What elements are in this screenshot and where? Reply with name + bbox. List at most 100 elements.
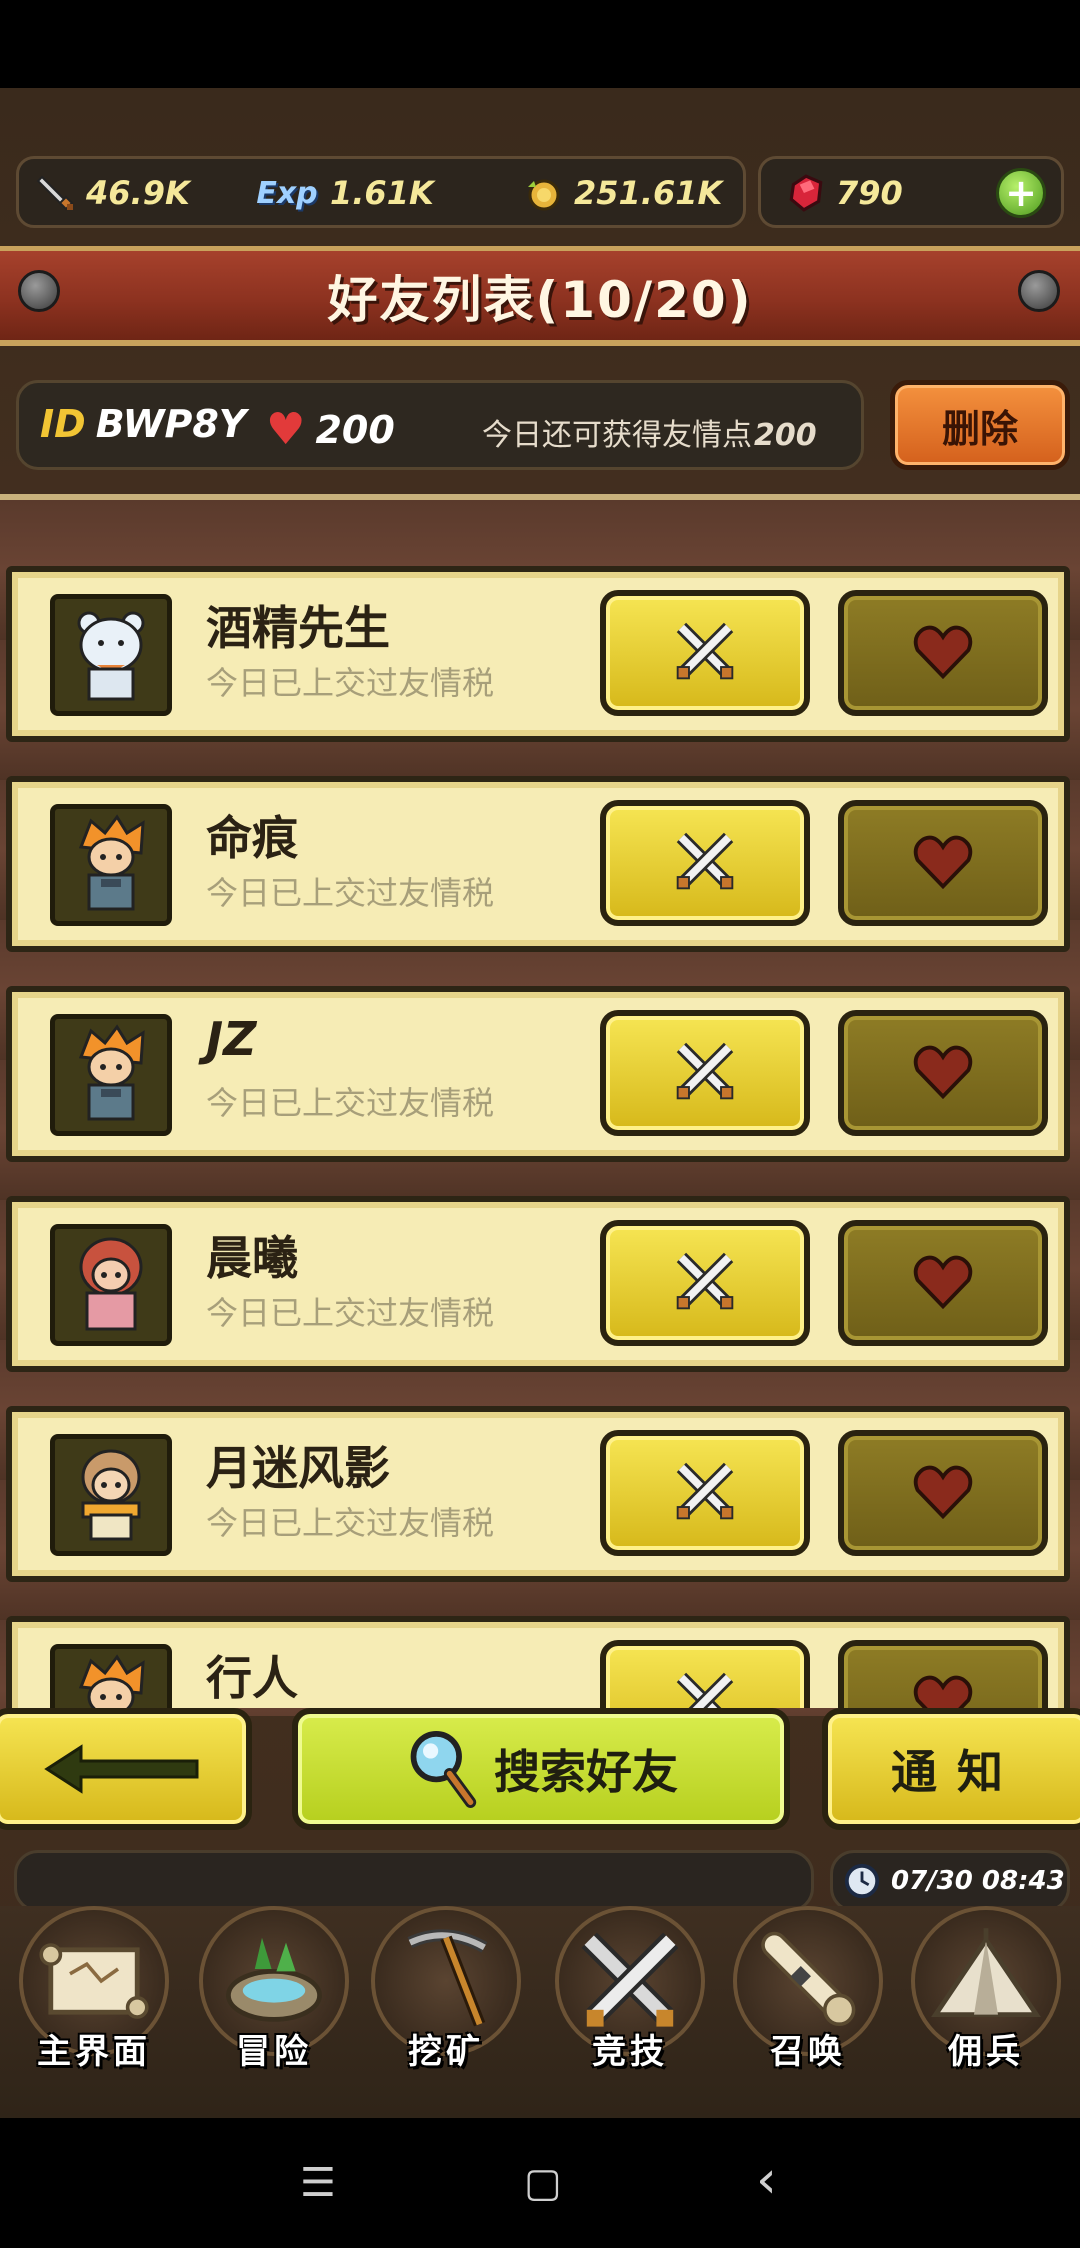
- friend-row[interactable]: 晨曦今日已上交过友情税: [6, 1196, 1070, 1372]
- crossed-swords-icon: [672, 828, 738, 898]
- attack-value: 46.9K: [86, 174, 190, 212]
- send-heart-button[interactable]: [838, 1640, 1048, 1708]
- heart-icon: ♥: [266, 404, 306, 455]
- friend-avatar[interactable]: [50, 1434, 172, 1556]
- menu-icon[interactable]: ☰: [300, 2160, 336, 2206]
- tab-arena[interactable]: 竞技: [540, 1906, 720, 2086]
- page-title: 好友列表(10/20): [327, 270, 753, 329]
- add-gems-button[interactable]: +: [996, 168, 1046, 218]
- friend-status: 今日已上交过友情税: [206, 874, 495, 912]
- tab-adventure[interactable]: 冒险: [184, 1906, 364, 2086]
- gold-coin-icon: [522, 171, 566, 215]
- home-icon[interactable]: ▢: [524, 2160, 562, 2206]
- crossed-swords-icon: [672, 1458, 738, 1528]
- crossed-swords-icon: [672, 1248, 738, 1318]
- heart-icon: [910, 618, 976, 688]
- orange-hair-avatar: [61, 1023, 161, 1127]
- friend-avatar[interactable]: [50, 1644, 172, 1708]
- daily-friendship-note: 今日还可获得友情点200: [482, 418, 817, 453]
- plus-icon: +: [1005, 171, 1037, 215]
- tab-main[interactable]: 主界面: [4, 1906, 184, 2086]
- clock-icon: [844, 1863, 880, 1899]
- friend-status: 今日已上交过友情税: [206, 1084, 495, 1122]
- clock-display: 07/30 08:43: [830, 1850, 1070, 1912]
- friend-row[interactable]: 命痕今日已上交过友情税: [6, 776, 1070, 952]
- send-heart-button[interactable]: [838, 1010, 1048, 1136]
- sword-icon: [34, 171, 78, 215]
- orange-hair-avatar: [61, 813, 161, 917]
- left-arrow-icon: [44, 1744, 199, 1794]
- friend-avatar[interactable]: [50, 594, 172, 716]
- bear-avatar: [61, 603, 161, 707]
- friend-name: 行人: [206, 1651, 298, 1705]
- crossed-swords-icon: [581, 1932, 679, 2027]
- challenge-button[interactable]: [600, 1640, 810, 1708]
- back-button[interactable]: [0, 1708, 252, 1830]
- delete-button[interactable]: 删除: [890, 380, 1070, 470]
- blonde-avatar: [61, 1443, 161, 1547]
- gold-value: 251.61K: [574, 174, 723, 212]
- friend-row[interactable]: 月迷风影今日已上交过友情税: [6, 1406, 1070, 1582]
- tent-icon: [931, 1928, 1041, 2017]
- magnifier-icon: [410, 1731, 477, 1808]
- friend-status: 今日已上交过友情税: [206, 1504, 495, 1542]
- friend-status: 今日已上交过友情税: [206, 664, 495, 702]
- friend-name: 月迷风影: [206, 1441, 390, 1495]
- gem-value: 790: [836, 174, 903, 212]
- heart-icon: [910, 1458, 976, 1528]
- island-icon: [226, 1937, 322, 2022]
- search-friends-button[interactable]: 搜索好友: [292, 1708, 790, 1830]
- summon-scroll-icon: [761, 1931, 856, 2026]
- friend-row[interactable]: 行人: [6, 1616, 1070, 1708]
- friend-row[interactable]: JZ 今日已上交过友情税: [6, 986, 1070, 1162]
- friend-name: JZ: [206, 1012, 257, 1066]
- challenge-button[interactable]: [600, 800, 810, 926]
- challenge-button[interactable]: [600, 1010, 810, 1136]
- heart-icon: [910, 828, 976, 898]
- chat-bar[interactable]: [14, 1850, 814, 1912]
- pickaxe-icon: [407, 1929, 488, 2027]
- bolt-icon: [1018, 270, 1060, 312]
- red-hair-avatar: [61, 1233, 161, 1337]
- bolt-icon: [18, 270, 60, 312]
- friend-avatar[interactable]: [50, 1014, 172, 1136]
- title-banner: 好友列表(10/20): [0, 246, 1080, 346]
- friend-name: 命痕: [206, 811, 298, 865]
- send-heart-button[interactable]: [838, 590, 1048, 716]
- crossed-swords-icon: [672, 618, 738, 688]
- exp-value: 1.61K: [330, 174, 434, 212]
- tab-summon[interactable]: 召唤: [718, 1906, 898, 2086]
- friend-status: 今日已上交过友情税: [206, 1294, 495, 1332]
- heart-icon: [910, 1038, 976, 1108]
- friend-row[interactable]: 酒精先生今日已上交过友情税: [6, 566, 1070, 742]
- heart-icon: [910, 1248, 976, 1318]
- heart-icon: [910, 1668, 976, 1708]
- friend-avatar[interactable]: [50, 1224, 172, 1346]
- challenge-button[interactable]: [600, 1220, 810, 1346]
- challenge-button[interactable]: [600, 1430, 810, 1556]
- crossed-swords-icon: [672, 1668, 738, 1708]
- send-heart-button[interactable]: [838, 1220, 1048, 1346]
- tab-mining[interactable]: 挖矿: [356, 1906, 536, 2086]
- gem-resource: 790: [784, 168, 903, 218]
- friend-name: 酒精先生: [206, 601, 390, 655]
- friend-name: 晨曦: [206, 1231, 298, 1285]
- friendship-points: ♥ 200: [266, 404, 395, 455]
- notify-button[interactable]: 通知: [822, 1708, 1080, 1830]
- map-scroll-icon: [39, 1943, 149, 2019]
- tab-mercenary[interactable]: 佣兵: [896, 1906, 1076, 2086]
- friend-avatar[interactable]: [50, 804, 172, 926]
- ruby-icon: [784, 171, 828, 215]
- exp-resource: Exp 1.61K: [252, 168, 434, 218]
- crossed-swords-icon: [672, 1038, 738, 1108]
- status-bar-area: [0, 0, 1080, 88]
- attack-resource: 46.9K: [34, 168, 190, 218]
- player-id: ID BWP8Y: [40, 402, 247, 446]
- gold-resource: 251.61K: [522, 168, 722, 218]
- challenge-button[interactable]: [600, 590, 810, 716]
- exp-icon: Exp: [256, 175, 318, 211]
- send-heart-button[interactable]: [838, 800, 1048, 926]
- friend-rows-viewport: 酒精先生 今日已上交过友情税 命痕 今日已上交过友情税 JZ 今日已上交过友情税 晨曦 今日已…: [0, 494, 1080, 1708]
- send-heart-button[interactable]: [838, 1430, 1048, 1556]
- back-nav-icon[interactable]: ‹: [756, 2150, 777, 2210]
